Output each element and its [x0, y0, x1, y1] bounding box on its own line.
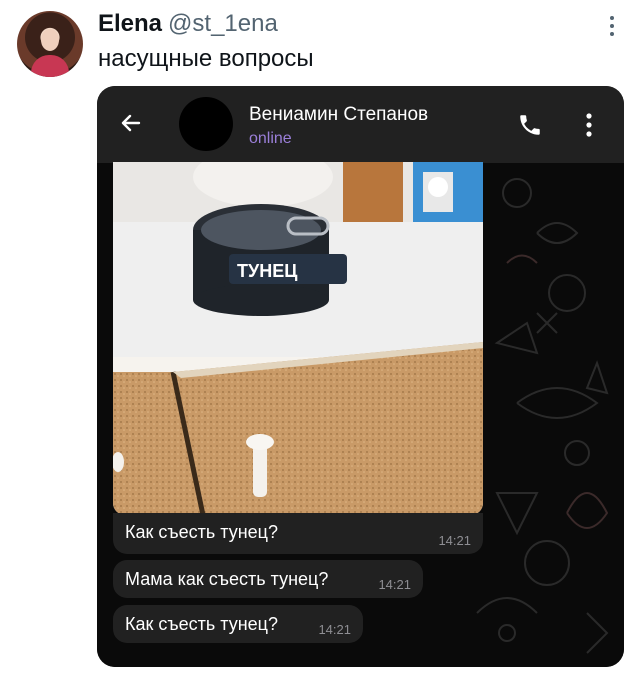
- message-time: 14:21: [378, 577, 411, 592]
- contact-name[interactable]: Вениамин Степанов: [249, 104, 428, 126]
- author-handle[interactable]: @st_1ena: [168, 10, 278, 37]
- phone-icon[interactable]: [517, 112, 543, 138]
- tuna-photo[interactable]: ТУНЕЦ: [113, 162, 483, 515]
- message-time: 14:21: [438, 533, 471, 548]
- tweet-media[interactable]: Вениамин Степанов online ТУНЕЦ Как съест…: [97, 86, 624, 667]
- message-time: 14:21: [318, 622, 351, 637]
- tweet: Elena @st_1ena насущные вопросы Вениамин…: [0, 0, 640, 678]
- chat-header: Вениамин Степанов online: [97, 86, 624, 163]
- avatar-face: [41, 29, 59, 51]
- arrow-left-icon[interactable]: [119, 111, 143, 135]
- message-bubble[interactable]: Мама как съесть тунец? 14:21: [113, 560, 423, 598]
- author-row: Elena @st_1ena: [98, 10, 278, 38]
- message-text: Как съесть тунец?: [125, 614, 278, 634]
- message-text: Мама как съесть тунец?: [125, 569, 329, 589]
- message-bubble[interactable]: Как съесть тунец? 14:21: [113, 513, 483, 554]
- chat-menu-icon[interactable]: [583, 112, 595, 138]
- message-text: Как съесть тунец?: [125, 522, 278, 542]
- can-label: ТУНЕЦ: [237, 261, 298, 281]
- contact-status: online: [249, 130, 292, 147]
- contact-avatar[interactable]: [179, 97, 233, 151]
- avatar[interactable]: [17, 11, 83, 77]
- more-icon[interactable]: [606, 14, 618, 38]
- author-name[interactable]: Elena: [98, 10, 162, 37]
- avatar-clothing: [31, 55, 69, 77]
- tweet-text: насущные вопросы: [98, 45, 314, 72]
- message-bubble[interactable]: Как съесть тунец? 14:21: [113, 605, 363, 643]
